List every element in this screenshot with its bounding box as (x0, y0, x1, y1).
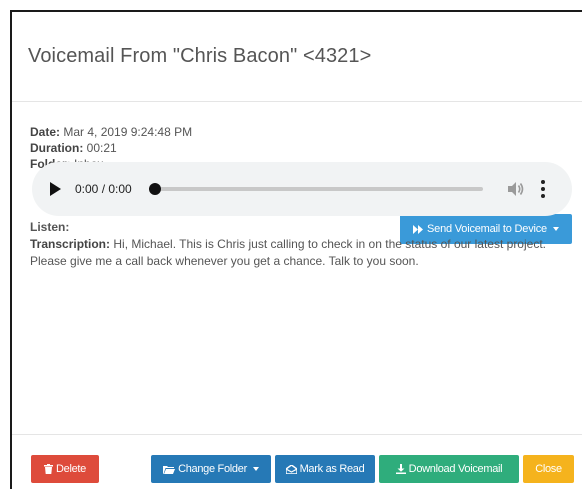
caret-down-icon (552, 227, 559, 231)
mark-as-read-button[interactable]: Mark as Read (275, 455, 375, 483)
send-voicemail-label: Send Voicemail to Device (427, 223, 547, 235)
modal-footer: Delete Change Folder Mark as Read Downlo… (12, 434, 582, 491)
transcription-label: Transcription: (30, 237, 111, 251)
progress-knob[interactable] (149, 183, 161, 195)
duration-label: Duration: (30, 141, 84, 155)
caret-down-icon (252, 467, 259, 471)
delete-button[interactable]: Delete (31, 455, 99, 483)
modal-title: Voicemail From "Chris Bacon" <4321> (28, 45, 372, 67)
folder-icon (163, 465, 176, 474)
modal-header: Voicemail From "Chris Bacon" <4321> (12, 12, 582, 102)
transcription: Transcription: Hi, Michael. This is Chri… (30, 236, 560, 270)
change-folder-label: Change Folder (178, 463, 247, 475)
volume-icon[interactable] (505, 179, 525, 199)
envelope-open-icon (285, 464, 297, 474)
listen-label: Listen: (30, 220, 70, 234)
date-line: Date: Mar 4, 2019 9:24:48 PM (30, 124, 564, 140)
progress-bar[interactable] (149, 183, 483, 195)
duration-line: Duration: 00:21 (30, 140, 564, 156)
download-icon (395, 464, 406, 474)
audio-player[interactable]: 0:00 / 0:00 (32, 162, 572, 216)
playback-time: 0:00 / 0:00 (75, 182, 132, 196)
voicemail-modal: Voicemail From "Chris Bacon" <4321> Date… (10, 10, 582, 489)
more-options-icon[interactable] (541, 180, 545, 198)
trash-icon (44, 464, 53, 474)
play-icon[interactable] (50, 182, 61, 196)
duration-value: 00:21 (86, 141, 117, 155)
fast-forward-icon (413, 224, 424, 234)
close-button[interactable]: Close (523, 455, 574, 483)
download-voicemail-button[interactable]: Download Voicemail (379, 455, 519, 483)
date-value: Mar 4, 2019 9:24:48 PM (63, 125, 193, 139)
download-voicemail-label: Download Voicemail (408, 463, 503, 475)
mark-as-read-label: Mark as Read (299, 463, 365, 475)
change-folder-button[interactable]: Change Folder (151, 455, 271, 483)
delete-label: Delete (56, 463, 86, 475)
date-label: Date: (30, 125, 61, 139)
